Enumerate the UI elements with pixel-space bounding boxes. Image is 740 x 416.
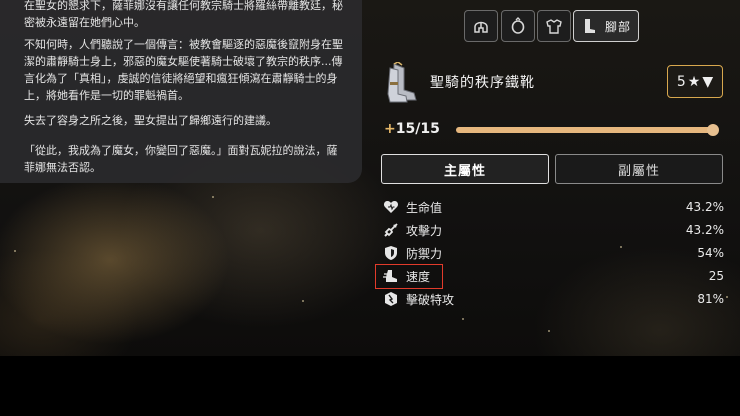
slot-tab-feet[interactable]: 腳部 bbox=[573, 10, 639, 42]
star-level-select[interactable]: 5 ★ ▼ bbox=[667, 65, 723, 98]
stat-value: 81% bbox=[697, 292, 724, 306]
stat-name: 防禦力 bbox=[406, 246, 443, 261]
level-slider[interactable] bbox=[456, 124, 719, 136]
tab-main-stats[interactable]: 主屬性 bbox=[381, 154, 549, 184]
helmet-icon bbox=[474, 21, 488, 33]
slot-tab-head[interactable] bbox=[464, 10, 498, 42]
star-icon: ★ bbox=[687, 73, 701, 90]
stat-row-break: 擊破特攻 81% bbox=[382, 288, 724, 310]
speed-highlight-box bbox=[375, 264, 443, 289]
boots-icon bbox=[584, 19, 595, 33]
stat-value: 54% bbox=[697, 246, 724, 260]
stat-value: 43.2% bbox=[685, 223, 724, 237]
slot-tab-armor[interactable] bbox=[537, 10, 571, 42]
level-text: 15/15 bbox=[395, 121, 440, 137]
item-name: 聖騎的秩序鐵靴 bbox=[430, 75, 535, 91]
bottom-bar bbox=[0, 356, 740, 416]
break-icon bbox=[382, 290, 400, 308]
story-paragraph: 不知何時，人們聽說了一個傳言：被教會驅逐的惡魔後竄附身在聖潔的肅靜騎士身上，邪惡… bbox=[24, 38, 343, 102]
stat-name: 擊破特攻 bbox=[406, 292, 455, 307]
stat-value: 43.2% bbox=[685, 200, 724, 214]
level-plus: + bbox=[384, 121, 396, 137]
level-slider-fill bbox=[456, 127, 714, 133]
ring-icon bbox=[511, 17, 525, 34]
shield-icon bbox=[382, 244, 400, 262]
story-panel[interactable]: 在聖女的懇求下，薩菲娜沒有讓任何教宗騎士將羅絲帶離教廷，秘密被永遠留在她們心中。… bbox=[0, 0, 362, 183]
star-level-value: 5 bbox=[676, 73, 686, 90]
story-paragraph: 失去了容身之所之後，聖女提出了歸鄉遠行的建議。 bbox=[24, 114, 277, 127]
tab-sub-stats[interactable]: 副屬性 bbox=[555, 154, 723, 184]
slot-tab-ring[interactable] bbox=[501, 10, 535, 42]
armor-icon bbox=[546, 19, 562, 34]
slot-tab-feet-label: 腳部 bbox=[604, 19, 631, 34]
level-slider-handle[interactable] bbox=[707, 124, 719, 136]
stat-name: 生命值 bbox=[406, 200, 443, 215]
story-paragraph: 在聖女的懇求下，薩菲娜沒有讓任何教宗騎士將羅絲帶離教廷，秘密被永遠留在她們心中。 bbox=[24, 0, 343, 29]
stat-row-def: 防禦力 54% bbox=[382, 242, 724, 264]
story-paragraph: 「從此，我成為了魔女，你變回了惡魔。」面對瓦妮拉的說法，薩菲娜無法否認。 bbox=[24, 144, 338, 174]
sword-icon bbox=[382, 221, 400, 239]
heart-icon bbox=[382, 198, 400, 216]
boots-icon bbox=[387, 62, 417, 103]
stat-value: 25 bbox=[708, 269, 724, 283]
stat-name: 攻擊力 bbox=[406, 223, 443, 238]
stat-row-hp: 生命值 43.2% bbox=[382, 196, 724, 218]
stat-row-atk: 攻擊力 43.2% bbox=[382, 219, 724, 241]
level-indicator: +15/15 bbox=[384, 121, 440, 137]
chevron-down-icon: ▼ bbox=[702, 73, 714, 90]
